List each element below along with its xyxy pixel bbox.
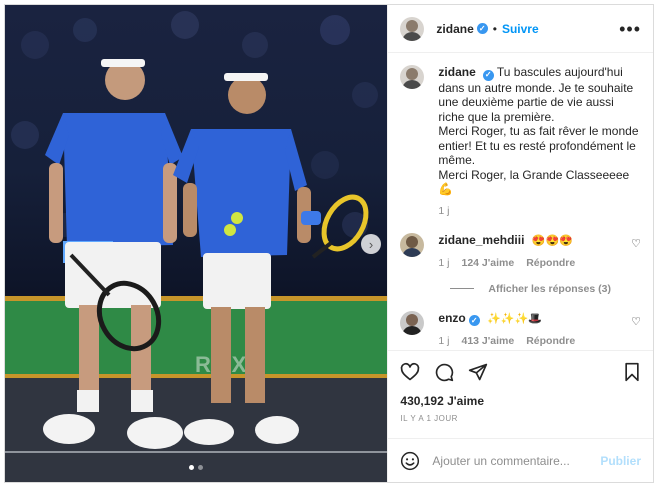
share-icon[interactable] bbox=[468, 362, 488, 382]
caption: zidane ✓ Tu bascules aujourd'hui dans un … bbox=[400, 65, 641, 217]
caption-line: une deuxième partie de vie aussi bbox=[438, 95, 614, 110]
comment-text: enzo ✓ ✨✨✨🎩 bbox=[438, 311, 641, 327]
comment-likes[interactable]: 413 J'aime bbox=[462, 335, 515, 347]
avatar[interactable] bbox=[400, 16, 425, 41]
view-replies-label: Afficher les réponses (3) bbox=[488, 282, 611, 295]
view-replies-button[interactable]: Afficher les réponses (3) bbox=[450, 283, 641, 295]
emoji-icon[interactable] bbox=[400, 451, 420, 471]
caption-line: même. bbox=[438, 153, 476, 168]
carousel-dot bbox=[198, 465, 204, 470]
caption-line: Merci Roger, tu as fait rêver le monde bbox=[438, 124, 639, 139]
comment-composer: Publier bbox=[388, 438, 653, 482]
comment-icon[interactable] bbox=[434, 362, 454, 382]
comment-body: 😍😍😍 bbox=[531, 234, 573, 247]
comment-meta: 1 j 124 J'aime Répondre bbox=[438, 257, 641, 269]
caption-line: Merci Roger, la Grande Classeeeee bbox=[438, 167, 630, 182]
caption-line: dans un autre monde. Je te souhaite bbox=[438, 80, 634, 95]
avatar[interactable] bbox=[400, 310, 425, 335]
comment-item: zidane_mehdiii 😍😍😍 1 j 124 J'aime Répond… bbox=[400, 232, 641, 269]
comment-username[interactable]: zidane_mehdiii bbox=[438, 233, 524, 247]
avatar[interactable] bbox=[400, 232, 425, 257]
chevron-right-icon: › bbox=[368, 236, 374, 252]
caption-line: 💪 bbox=[438, 182, 454, 197]
tennis-photo: R EX bbox=[5, 5, 388, 482]
action-icons bbox=[400, 359, 641, 385]
author-username[interactable]: zidane bbox=[436, 22, 473, 36]
comment-body: ✨✨✨🎩 bbox=[487, 312, 542, 325]
post-header: zidane ✓ • Suivre ••• bbox=[388, 5, 653, 53]
more-icon[interactable]: ••• bbox=[619, 20, 641, 38]
reply-button[interactable]: Répondre bbox=[526, 257, 575, 269]
comment-time: 1 j bbox=[438, 256, 450, 269]
caption-line: riche que la première. bbox=[438, 109, 555, 124]
comment-like-heart-icon[interactable]: ♡ bbox=[631, 315, 641, 328]
comment-input[interactable] bbox=[432, 453, 601, 468]
verified-badge-icon: ✓ bbox=[468, 314, 480, 326]
verified-badge-icon: ✓ bbox=[476, 23, 488, 34]
caption-text: zidane ✓ Tu bascules aujourd'hui dans un … bbox=[438, 65, 641, 197]
caption-time: 1 j bbox=[438, 204, 450, 217]
comment-likes[interactable]: 124 J'aime bbox=[462, 257, 515, 269]
caption-username[interactable]: zidane bbox=[438, 65, 475, 79]
comment-like-heart-icon[interactable]: ♡ bbox=[631, 237, 641, 250]
caption-line: Tu bascules aujourd'hui bbox=[496, 65, 623, 79]
comment-time: 1 j bbox=[438, 334, 450, 347]
reply-button[interactable]: Répondre bbox=[526, 335, 575, 347]
comments-list[interactable]: zidane ✓ Tu bascules aujourd'hui dans un … bbox=[388, 53, 653, 350]
post-dialog: R EX › zidane ✓ • Suivre ••• zidane ✓ Tu… bbox=[4, 4, 654, 483]
follow-button[interactable]: Suivre bbox=[502, 22, 539, 36]
carousel-dot-active bbox=[189, 465, 195, 470]
carousel-indicator bbox=[5, 465, 387, 470]
avatar[interactable] bbox=[400, 65, 425, 89]
replies-divider bbox=[450, 288, 475, 290]
separator-dot: • bbox=[492, 21, 497, 36]
comment-item: enzo ✓ ✨✨✨🎩 1 j 413 J'aime Répondre ♡ bbox=[400, 310, 641, 347]
verified-badge-icon: ✓ bbox=[482, 69, 494, 81]
likes-count[interactable]: 430,192 J'aime bbox=[400, 394, 641, 408]
post-time: IL Y A 1 JOUR bbox=[400, 414, 458, 423]
comment-meta: 1 j 413 J'aime Répondre bbox=[438, 335, 641, 347]
post-media[interactable]: R EX › bbox=[5, 5, 388, 482]
carousel-next-button[interactable]: › bbox=[361, 234, 381, 254]
bookmark-icon[interactable] bbox=[623, 362, 641, 382]
publish-button[interactable]: Publier bbox=[600, 454, 641, 468]
caption-line: entier! Et tu es resté profondément le bbox=[438, 138, 636, 153]
comment-text: zidane_mehdiii 😍😍😍 bbox=[438, 233, 641, 249]
heart-icon[interactable] bbox=[400, 362, 420, 382]
post-actions: 430,192 J'aime IL Y A 1 JOUR bbox=[388, 350, 653, 438]
comment-username[interactable]: enzo bbox=[438, 311, 465, 325]
post-side-panel: zidane ✓ • Suivre ••• zidane ✓ Tu bascule… bbox=[387, 5, 653, 482]
caption-meta: 1 j bbox=[438, 205, 641, 217]
